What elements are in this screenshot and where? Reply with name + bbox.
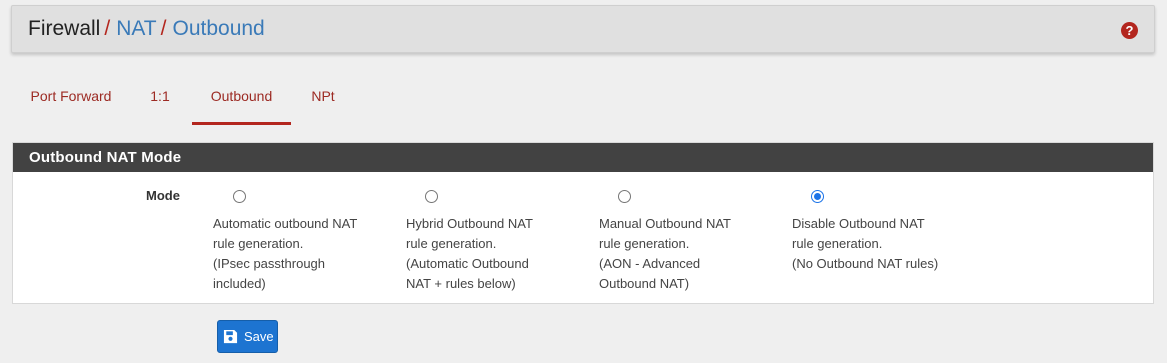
radio-automatic[interactable] [233,190,246,203]
option-line: rule generation. [599,236,690,251]
option-line: (Automatic Outbound [406,256,529,271]
outbound-nat-mode-panel: Outbound NAT Mode Mode Automatic outboun… [12,142,1154,304]
panel-title: Outbound NAT Mode [13,143,1153,172]
option-line: (AON - Advanced [599,256,701,271]
option-line: Outbound NAT) [599,276,690,291]
mode-label: Mode [146,188,180,203]
breadcrumb-separator: / [104,17,111,40]
option-description: Manual Outbound NAT rule generation. (AO… [599,214,774,294]
radio-disable[interactable] [811,190,824,203]
breadcrumb-root: Firewall [28,17,101,40]
save-button[interactable]: Save [217,320,278,353]
tab-one-to-one[interactable]: 1:1 [139,76,181,122]
breadcrumb-separator: / [160,17,167,40]
option-description: Automatic outbound NAT rule generation. … [213,214,388,294]
option-line: (No Outbound NAT rules) [792,256,939,271]
tab-npt[interactable]: NPt [299,76,347,122]
option-line: Hybrid Outbound NAT [406,216,533,231]
radio-hybrid[interactable] [425,190,438,203]
breadcrumb-bar: Firewall / NAT / Outbound ? [11,5,1155,53]
tab-outbound[interactable]: Outbound [192,76,291,125]
option-line: Automatic outbound NAT [213,216,358,231]
save-icon [223,329,238,344]
option-line: included) [213,276,266,291]
option-line: Manual Outbound NAT [599,216,731,231]
breadcrumb-link-nat[interactable]: NAT [116,17,156,40]
option-line: rule generation. [792,236,883,251]
option-line: (IPsec passthrough [213,256,326,271]
save-label: Save [244,329,274,344]
option-line: rule generation. [213,236,304,251]
question-circle-icon[interactable]: ? [1121,22,1138,39]
option-line: Disable Outbound NAT [792,216,925,231]
option-line: rule generation. [406,236,497,251]
breadcrumb-link-outbound[interactable]: Outbound [172,17,264,40]
option-description: Hybrid Outbound NAT rule generation. (Au… [406,214,581,294]
tab-port-forward[interactable]: Port Forward [13,76,129,122]
breadcrumb: Firewall / NAT / Outbound [28,17,265,41]
radio-manual[interactable] [618,190,631,203]
option-line: NAT + rules below) [406,276,516,291]
option-description: Disable Outbound NAT rule generation. (N… [792,214,967,274]
